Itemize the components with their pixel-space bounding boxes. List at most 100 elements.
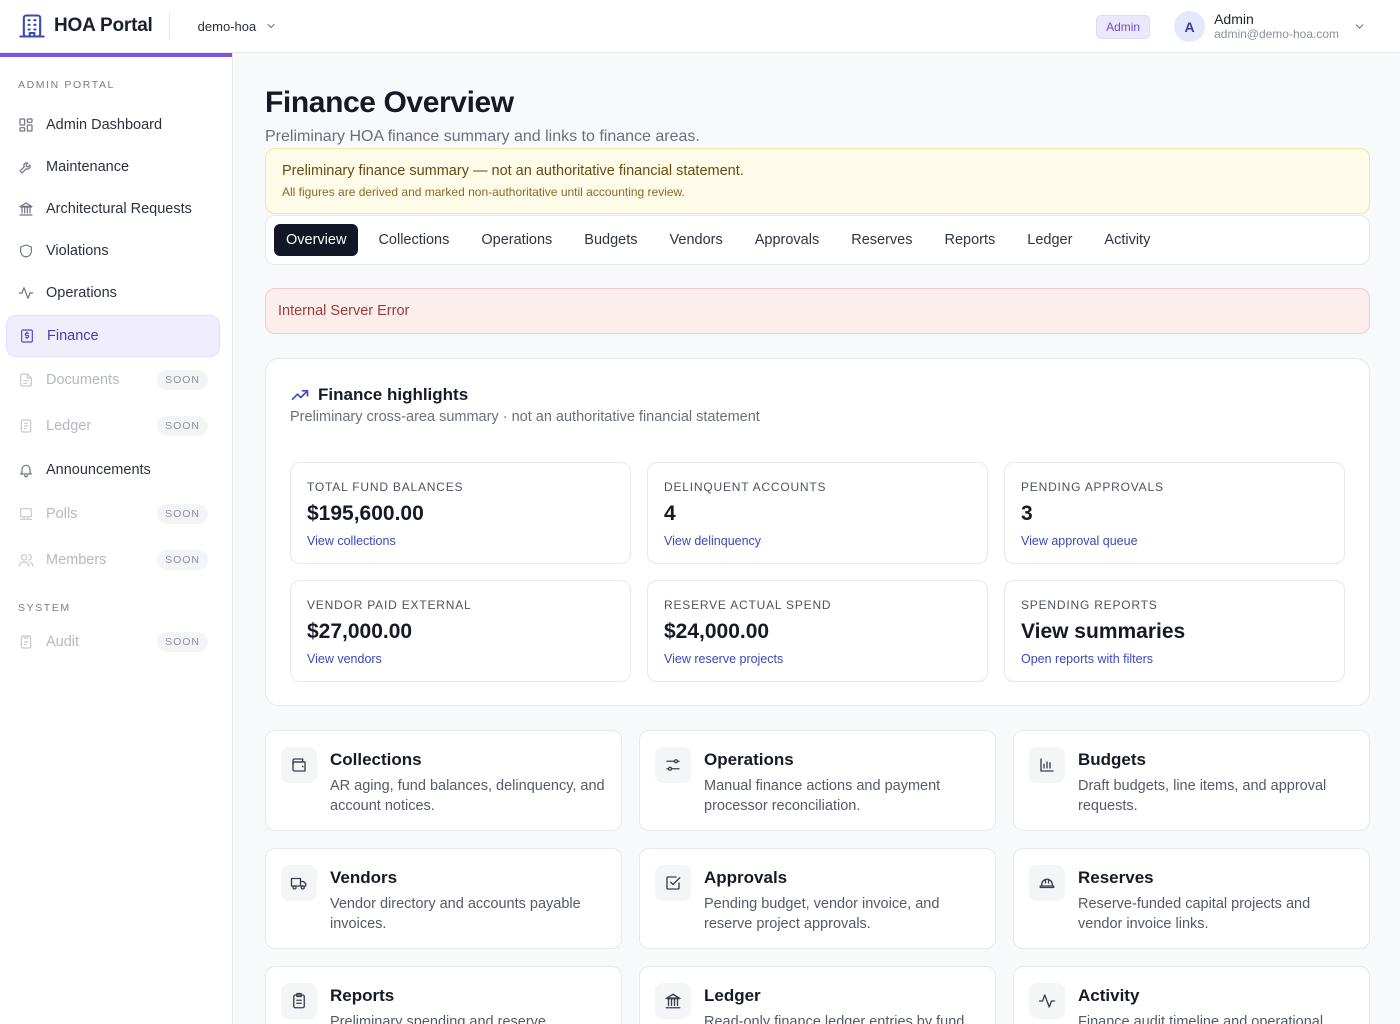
sidebar-item-polls: Polls SOON (6, 494, 220, 534)
card-ledger[interactable]: Ledger Read-only finance ledger entries … (639, 966, 996, 1024)
highlights-title: Finance highlights (318, 385, 469, 404)
view-collections-link[interactable]: View collections (307, 534, 614, 548)
sidebar-item-label: Finance (47, 328, 99, 344)
card-reports[interactable]: Reports Preliminary spending and reserve (265, 966, 622, 1024)
card-title: Activity (1078, 986, 1140, 1005)
page-subtitle: Preliminary HOA finance summary and link… (265, 128, 700, 145)
stat-label: TOTAL FUND BALANCES (307, 480, 464, 494)
card-title: Collections (330, 750, 422, 769)
wallet-icon (292, 758, 306, 772)
sidebar-section-system: SYSTEM (18, 602, 71, 614)
card-title: Ledger (704, 986, 761, 1005)
stat-label: DELINQUENT ACCOUNTS (664, 480, 827, 494)
view-approval-queue-link[interactable]: View approval queue (1021, 534, 1328, 548)
hard-hat-icon (1039, 878, 1055, 889)
view-vendors-link[interactable]: View vendors (307, 652, 614, 666)
stat-label: RESERVE ACTUAL SPEND (664, 598, 832, 612)
activity-icon (18, 287, 34, 299)
page-title: Finance Overview (265, 86, 514, 119)
soon-badge: SOON (157, 370, 208, 390)
sidebar-item-audit: Audit SOON (6, 622, 220, 662)
card-reserves[interactable]: Reserves Reserve-funded capital projects… (1013, 848, 1370, 949)
card-description: Pending budget, vendor invoice, and rese… (704, 896, 940, 932)
view-delinquency-link[interactable]: View delinquency (664, 534, 971, 548)
card-description: Preliminary spending and reserve (330, 1014, 546, 1024)
highlights-subtitle: Preliminary cross-area summary · not an … (290, 409, 760, 425)
finance-tabs: Overview Collections Operations Budgets … (265, 215, 1370, 265)
user-menu[interactable]: Admin admin@demo-hoa.com (1214, 11, 1339, 42)
tab-budgets[interactable]: Budgets (572, 224, 649, 256)
view-reserve-projects-link[interactable]: View reserve projects (664, 652, 971, 666)
sidebar-item-documents: Documents SOON (6, 360, 220, 400)
sidebar-item-announcements[interactable]: Announcements (6, 450, 220, 490)
stat-card-reserve-actual-spend: RESERVE ACTUAL SPEND $24,000.00 View res… (647, 580, 988, 682)
role-badge: Admin (1096, 14, 1151, 39)
main-content: Finance Overview Preliminary HOA finance… (233, 53, 1400, 1024)
soon-badge: SOON (157, 550, 208, 570)
card-approvals[interactable]: Approvals Pending budget, vendor invoice… (639, 848, 996, 949)
stat-value: $24,000.00 (664, 620, 770, 643)
check-square-icon (666, 876, 681, 890)
sidebar-item-violations[interactable]: Violations (6, 231, 220, 271)
sidebar-item-finance[interactable]: Finance (6, 315, 220, 357)
stat-card-spending-reports: SPENDING REPORTS View summaries Open rep… (1004, 580, 1345, 682)
warning-subtitle: All figures are derived and marked non-a… (282, 185, 685, 199)
sidebar-item-operations[interactable]: Operations (6, 273, 220, 313)
card-title: Operations (704, 750, 794, 769)
card-collections[interactable]: Collections AR aging, fund balances, del… (265, 730, 622, 831)
sidebar-item-label: Violations (46, 243, 109, 259)
receipt-icon (21, 329, 33, 343)
card-description: Draft budgets, line items, and approval … (1078, 778, 1327, 814)
chevron-down-icon (267, 24, 275, 29)
stat-card-total-fund-balances: TOTAL FUND BALANCES $195,600.00 View col… (290, 462, 631, 564)
card-description: Read-only finance ledger entries by fund (704, 1014, 965, 1024)
stat-label: VENDOR PAID EXTERNAL (307, 598, 472, 612)
card-description: Vendor directory and accounts payable in… (330, 896, 581, 932)
tab-reports[interactable]: Reports (932, 224, 1007, 256)
sidebar-item-label: Maintenance (46, 159, 130, 175)
tab-collections[interactable]: Collections (366, 224, 461, 256)
brand[interactable]: HOA Portal (18, 12, 153, 40)
sidebar-item-label: Ledger (46, 418, 92, 434)
header-divider (168, 13, 170, 39)
user-name: Admin (1214, 11, 1254, 27)
open-reports-link[interactable]: Open reports with filters (1021, 652, 1328, 666)
tab-activity[interactable]: Activity (1092, 224, 1162, 256)
sidebar-item-admin-dashboard[interactable]: Admin Dashboard (6, 105, 220, 145)
sliders-icon (666, 759, 680, 771)
bell-icon (20, 464, 32, 478)
card-title: Approvals (704, 868, 788, 887)
bar-chart-icon (1040, 758, 1054, 772)
stat-value: 4 (664, 502, 676, 525)
tab-vendors[interactable]: Vendors (658, 224, 735, 256)
stat-value: 3 (1021, 502, 1033, 525)
sidebar-item-maintenance[interactable]: Maintenance (6, 147, 220, 187)
card-title: Budgets (1078, 750, 1146, 769)
sidebar-item-architectural-requests[interactable]: Architectural Requests (6, 189, 220, 229)
chevron-down-icon[interactable] (1353, 20, 1366, 33)
preliminary-warning-banner: Preliminary finance summary — not an aut… (265, 148, 1370, 214)
card-vendors[interactable]: Vendors Vendor directory and accounts pa… (265, 848, 622, 949)
sidebar-item-label: Admin Dashboard (46, 117, 163, 133)
card-activity[interactable]: Activity Finance audit timeline and oper… (1013, 966, 1370, 1024)
tenant-selector[interactable]: demo-hoa (198, 19, 278, 34)
tab-reserves[interactable]: Reserves (839, 224, 924, 256)
tab-operations[interactable]: Operations (469, 224, 564, 256)
tab-approvals[interactable]: Approvals (743, 224, 831, 256)
card-operations[interactable]: Operations Manual finance actions and pa… (639, 730, 996, 831)
tab-overview[interactable]: Overview (274, 224, 359, 256)
users-icon (18, 554, 34, 567)
wrench-icon (19, 162, 31, 174)
sidebar-item-ledger: Ledger SOON (6, 406, 220, 446)
sidebar-item-label: Announcements (46, 462, 151, 478)
tenant-name: demo-hoa (197, 18, 257, 34)
avatar[interactable]: A (1174, 11, 1206, 42)
card-budgets[interactable]: Budgets Draft budgets, line items, and a… (1013, 730, 1370, 831)
card-description: Reserve-funded capital projects and vend… (1078, 896, 1311, 932)
soon-badge: SOON (157, 416, 208, 436)
tab-ledger[interactable]: Ledger (1015, 224, 1084, 256)
pulse-icon (1038, 994, 1056, 1008)
app-name: HOA Portal (54, 15, 153, 36)
stat-card-delinquent-accounts: DELINQUENT ACCOUNTS 4 View delinquency (647, 462, 988, 564)
stat-value: $195,600.00 (307, 502, 424, 525)
